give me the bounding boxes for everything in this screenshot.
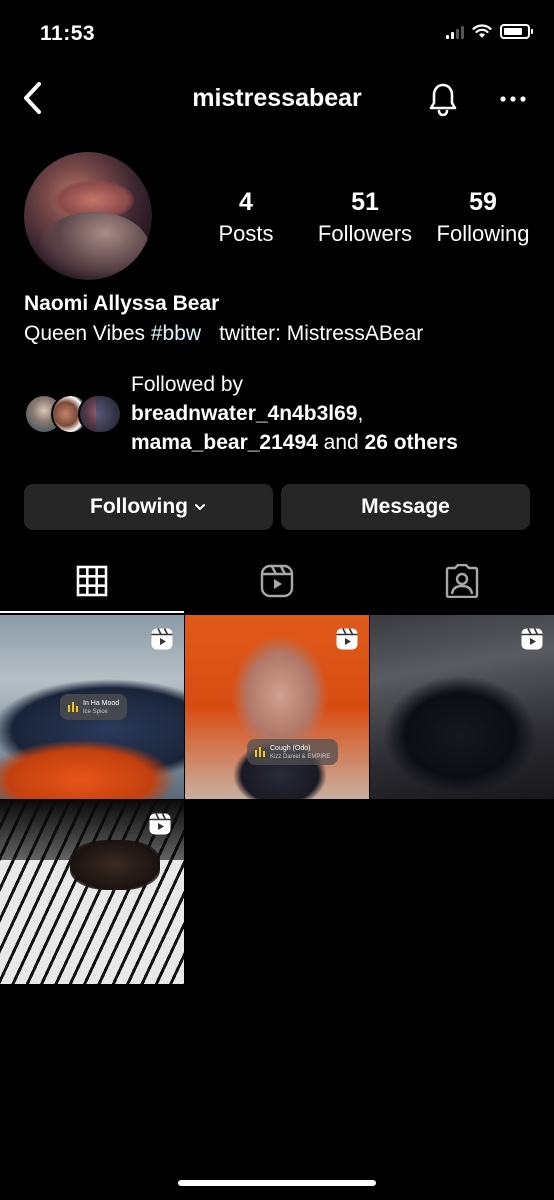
chevron-down-icon [194, 504, 205, 510]
notifications-button[interactable] [422, 78, 464, 120]
profile-username: mistressabear [192, 84, 362, 112]
stat-label: Followers [317, 221, 413, 246]
post-thumbnail[interactable] [370, 615, 554, 799]
reels-icon [521, 628, 543, 650]
profile-full-name: Naomi Allyssa Bear [24, 292, 220, 315]
bio-twitter: twitter: MistressABear [219, 322, 424, 345]
grid-icon [76, 565, 108, 597]
post-thumbnail[interactable] [0, 800, 184, 984]
followed-by-text[interactable]: Followed by breadnwater_4n4b3l69, mama_b… [131, 370, 458, 457]
message-button-label: Message [361, 495, 450, 518]
stat-value: 4 [239, 188, 253, 216]
bio-text: Queen Vibes [24, 322, 151, 345]
others-count: 26 others [364, 431, 458, 454]
status-time: 11:53 [40, 22, 96, 45]
following-count[interactable]: 59 Following [426, 188, 540, 247]
tagged-icon [445, 564, 479, 598]
post-thumbnail[interactable]: In Ha Mood Ice Spice [0, 615, 184, 799]
profile-bio: Queen Vibes #bbw twitter: MistressABear [24, 322, 423, 346]
following-button-label: Following [90, 495, 188, 518]
audio-chip: In Ha Mood Ice Spice [60, 694, 128, 720]
stat-label: Posts [218, 221, 274, 246]
avatar [96, 394, 122, 434]
profile-avatar[interactable] [24, 152, 152, 280]
followers-count[interactable]: 51 Followers [306, 188, 424, 247]
bell-icon [429, 83, 457, 116]
separator: , [357, 402, 364, 425]
reels-icon [149, 813, 171, 835]
tab-grid[interactable] [0, 550, 184, 612]
audio-title: In Ha Mood [83, 699, 120, 707]
audio-artist: Ice Spice [83, 708, 108, 715]
reels-icon [151, 628, 173, 650]
audio-chip: Cough (Odo) Kizz Daniel & EMPIRE [247, 739, 339, 765]
profile-header: mistressabear [0, 66, 554, 130]
tab-tagged[interactable] [370, 550, 554, 612]
bio-hashtag[interactable]: #bbw [151, 322, 201, 345]
battery-icon [500, 24, 533, 39]
reels-icon [260, 564, 294, 598]
status-icons [446, 24, 533, 39]
posts-count[interactable]: 4 Posts [196, 188, 296, 247]
post-thumbnail[interactable]: Cough (Odo) Kizz Daniel & EMPIRE [185, 615, 369, 799]
audio-artist: Kizz Daniel & EMPIRE [270, 753, 331, 760]
home-indicator[interactable] [178, 1180, 376, 1186]
status-bar: 11:53 [0, 0, 554, 66]
followed-by-label: Followed by [131, 373, 244, 396]
audio-icon [68, 702, 78, 712]
stat-value: 59 [469, 188, 497, 216]
follower-username: breadnwater_4n4b3l69 [131, 402, 358, 425]
active-tab-indicator [0, 611, 184, 613]
followed-by-avatars[interactable] [24, 394, 124, 436]
reels-icon [336, 628, 358, 650]
more-icon [500, 96, 526, 102]
cellular-signal-icon [446, 25, 464, 39]
profile-tabs [0, 550, 554, 614]
follower-username: mama_bear_21494 [131, 431, 318, 454]
tab-reels[interactable] [185, 550, 369, 612]
stat-value: 51 [351, 188, 379, 216]
audio-title: Cough (Odo) [270, 744, 311, 752]
and-text: and [317, 431, 365, 454]
stat-label: Following [436, 221, 530, 246]
audio-icon [255, 747, 265, 757]
more-options-button[interactable] [492, 78, 534, 120]
following-button[interactable]: Following [24, 484, 273, 530]
message-button[interactable]: Message [281, 484, 530, 530]
wifi-icon [472, 24, 492, 38]
